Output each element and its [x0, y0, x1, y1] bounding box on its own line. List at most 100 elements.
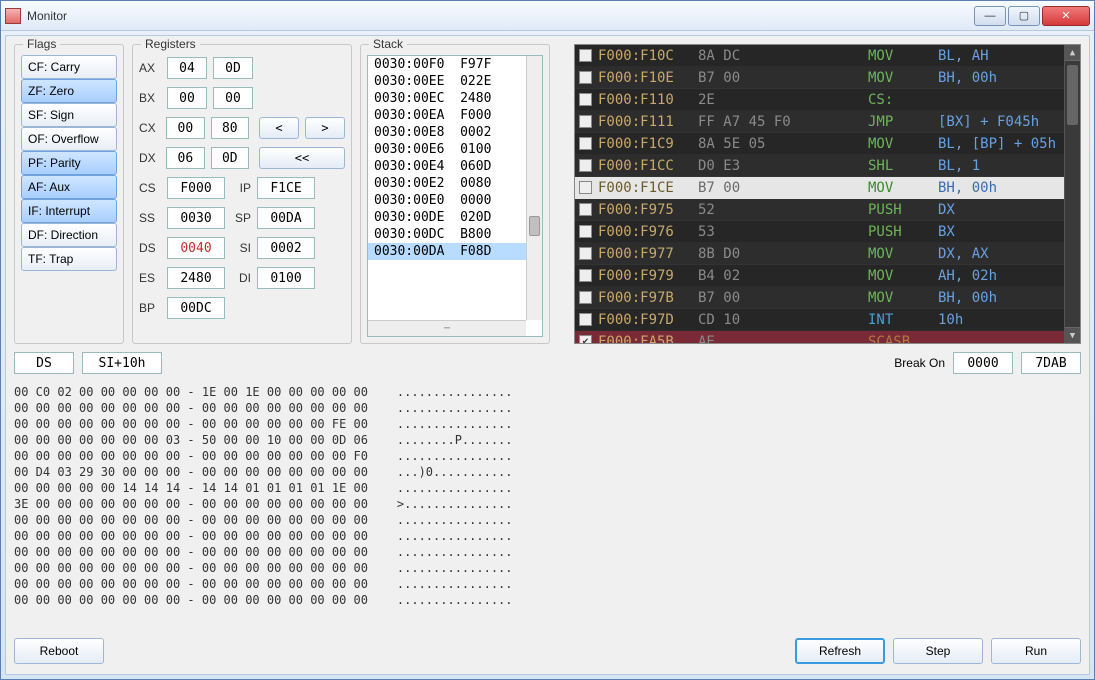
- step-button[interactable]: Step: [893, 638, 983, 664]
- bx-hi[interactable]: 00: [167, 87, 207, 109]
- maximize-button[interactable]: ▢: [1008, 6, 1040, 26]
- disasm-addr: F000:F975: [598, 202, 698, 218]
- flag-sf[interactable]: SF: Sign: [21, 103, 117, 127]
- disasm-row[interactable]: F000:F97552PUSHDX: [575, 199, 1080, 221]
- flag-df[interactable]: DF: Direction: [21, 223, 117, 247]
- close-button[interactable]: ✕: [1042, 6, 1090, 26]
- disasm-row[interactable]: F000:F1102ECS:: [575, 89, 1080, 111]
- flag-tf[interactable]: TF: Trap: [21, 247, 117, 271]
- disasm-vscrollbar[interactable]: ▲ ▼: [1064, 45, 1080, 343]
- ax-hi[interactable]: 04: [167, 57, 207, 79]
- breakpoint-checkbox[interactable]: [579, 313, 592, 326]
- breakpoint-checkbox[interactable]: [579, 225, 592, 238]
- nav-prev-button[interactable]: <: [259, 117, 299, 139]
- disasm-mnemonic: MOV: [868, 48, 938, 64]
- sp-value[interactable]: 00DA: [257, 207, 315, 229]
- stack-vscrollbar[interactable]: [526, 56, 542, 320]
- disasm-bytes: B7 00: [698, 180, 868, 196]
- disasm-row[interactable]: F000:F1C98A 5E 05MOVBL, [BP] + 05h: [575, 133, 1080, 155]
- hexdump-view[interactable]: 00 C0 02 00 00 00 00 00 - 1E 00 1E 00 00…: [14, 382, 1081, 630]
- monitor-window: Monitor — ▢ ✕ Flags CF: CarryZF: ZeroSF:…: [0, 0, 1095, 680]
- disasm-operands: DX, AX: [938, 246, 1080, 262]
- cx-hi[interactable]: 00: [166, 117, 204, 139]
- es-value[interactable]: 2480: [167, 267, 225, 289]
- cx-lo[interactable]: 80: [211, 117, 249, 139]
- flag-cf[interactable]: CF: Carry: [21, 55, 117, 79]
- disasm-bytes: 52: [698, 202, 868, 218]
- stack-row[interactable]: 0030:00EA F000: [368, 107, 542, 124]
- ax-lo[interactable]: 0D: [213, 57, 253, 79]
- memseg-input[interactable]: DS: [14, 352, 74, 374]
- disasm-operands: BL, AH: [938, 48, 1080, 64]
- run-button[interactable]: Run: [991, 638, 1081, 664]
- flag-af[interactable]: AF: Aux: [21, 175, 117, 199]
- breakpoint-checkbox[interactable]: [579, 49, 592, 62]
- dx-lo[interactable]: 0D: [211, 147, 249, 169]
- break-val-input[interactable]: 7DAB: [1021, 352, 1081, 374]
- cs-value[interactable]: F000: [167, 177, 225, 199]
- minimize-button[interactable]: —: [974, 6, 1006, 26]
- bp-value[interactable]: 00DC: [167, 297, 225, 319]
- stack-row[interactable]: 0030:00EE 022E: [368, 73, 542, 90]
- disasm-addr: F000:F10C: [598, 48, 698, 64]
- refresh-button[interactable]: Refresh: [795, 638, 885, 664]
- disasm-row[interactable]: F000:F97DCD 10INT10h: [575, 309, 1080, 331]
- breakpoint-checkbox[interactable]: [579, 291, 592, 304]
- disasm-addr: F000:F111: [598, 114, 698, 130]
- breakpoint-checkbox[interactable]: [579, 203, 592, 216]
- breakpoint-checkbox[interactable]: [579, 269, 592, 282]
- disasm-row[interactable]: F000:F97BB7 00MOVBH, 00h: [575, 287, 1080, 309]
- disasm-row[interactable]: F000:F10C8A DCMOVBL, AH: [575, 45, 1080, 67]
- flag-of[interactable]: OF: Overflow: [21, 127, 117, 151]
- nav-back-button[interactable]: <<: [259, 147, 345, 169]
- breakpoint-checkbox[interactable]: [579, 181, 592, 194]
- stack-row[interactable]: 0030:00E8 0002: [368, 124, 542, 141]
- breakpoint-checkbox[interactable]: [579, 159, 592, 172]
- breakpoint-checkbox[interactable]: [579, 71, 592, 84]
- breakpoint-checkbox[interactable]: [579, 93, 592, 106]
- si-value[interactable]: 0002: [257, 237, 315, 259]
- stack-list[interactable]: 0030:00F0 F97F0030:00EE 022E0030:00EC 24…: [367, 55, 543, 337]
- breakpoint-checkbox[interactable]: [579, 115, 592, 128]
- stack-hscrollbar[interactable]: ⋯: [368, 320, 526, 336]
- reboot-button[interactable]: Reboot: [14, 638, 104, 664]
- stack-row[interactable]: 0030:00EC 2480: [368, 90, 542, 107]
- memoff-input[interactable]: SI+10h: [82, 352, 162, 374]
- nav-next-button[interactable]: >: [305, 117, 345, 139]
- di-value[interactable]: 0100: [257, 267, 315, 289]
- stack-row[interactable]: 0030:00DE 020D: [368, 209, 542, 226]
- stack-row[interactable]: 0030:00E2 0080: [368, 175, 542, 192]
- stack-row[interactable]: 0030:00F0 F97F: [368, 56, 542, 73]
- disassembly-view[interactable]: F000:F10C8A DCMOVBL, AHF000:F10EB7 00MOV…: [574, 44, 1081, 344]
- stack-row[interactable]: 0030:00E6 0100: [368, 141, 542, 158]
- stack-row[interactable]: 0030:00DC B800: [368, 226, 542, 243]
- disasm-row[interactable]: F000:F97653PUSHBX: [575, 221, 1080, 243]
- ds-value[interactable]: 0040: [167, 237, 225, 259]
- flag-zf[interactable]: ZF: Zero: [21, 79, 117, 103]
- flag-pf[interactable]: PF: Parity: [21, 151, 117, 175]
- ss-value[interactable]: 0030: [167, 207, 225, 229]
- dx-hi[interactable]: 06: [166, 147, 204, 169]
- ds-label: DS: [139, 241, 161, 255]
- ip-value[interactable]: F1CE: [257, 177, 315, 199]
- bx-lo[interactable]: 00: [213, 87, 253, 109]
- breakpoint-checkbox[interactable]: [579, 247, 592, 260]
- dx-label: DX: [139, 151, 160, 165]
- disasm-row[interactable]: F000:F111FF A7 45 F0JMP[BX] + F045h: [575, 111, 1080, 133]
- ip-label: IP: [231, 181, 251, 195]
- titlebar[interactable]: Monitor — ▢ ✕: [1, 1, 1094, 31]
- disasm-row[interactable]: F000:F10EB7 00MOVBH, 00h: [575, 67, 1080, 89]
- disasm-row[interactable]: F000:F9778B D0MOVDX, AX: [575, 243, 1080, 265]
- stack-row[interactable]: 0030:00E4 060D: [368, 158, 542, 175]
- breakpoint-checkbox[interactable]: [579, 137, 592, 150]
- disasm-row[interactable]: F000:F979B4 02MOVAH, 02h: [575, 265, 1080, 287]
- disasm-row[interactable]: F000:F1CCD0 E3SHLBL, 1: [575, 155, 1080, 177]
- breakpoint-checkbox[interactable]: ✔: [579, 335, 592, 344]
- break-addr-input[interactable]: 0000: [953, 352, 1013, 374]
- stack-row[interactable]: 0030:00E0 0000: [368, 192, 542, 209]
- disasm-row[interactable]: ✔F000:FA5BAESCASB: [575, 331, 1080, 344]
- disasm-operands: BH, 00h: [938, 290, 1080, 306]
- flag-if[interactable]: IF: Interrupt: [21, 199, 117, 223]
- stack-row[interactable]: 0030:00DA F08D: [368, 243, 542, 260]
- disasm-row[interactable]: F000:F1CEB7 00MOVBH, 00h: [575, 177, 1080, 199]
